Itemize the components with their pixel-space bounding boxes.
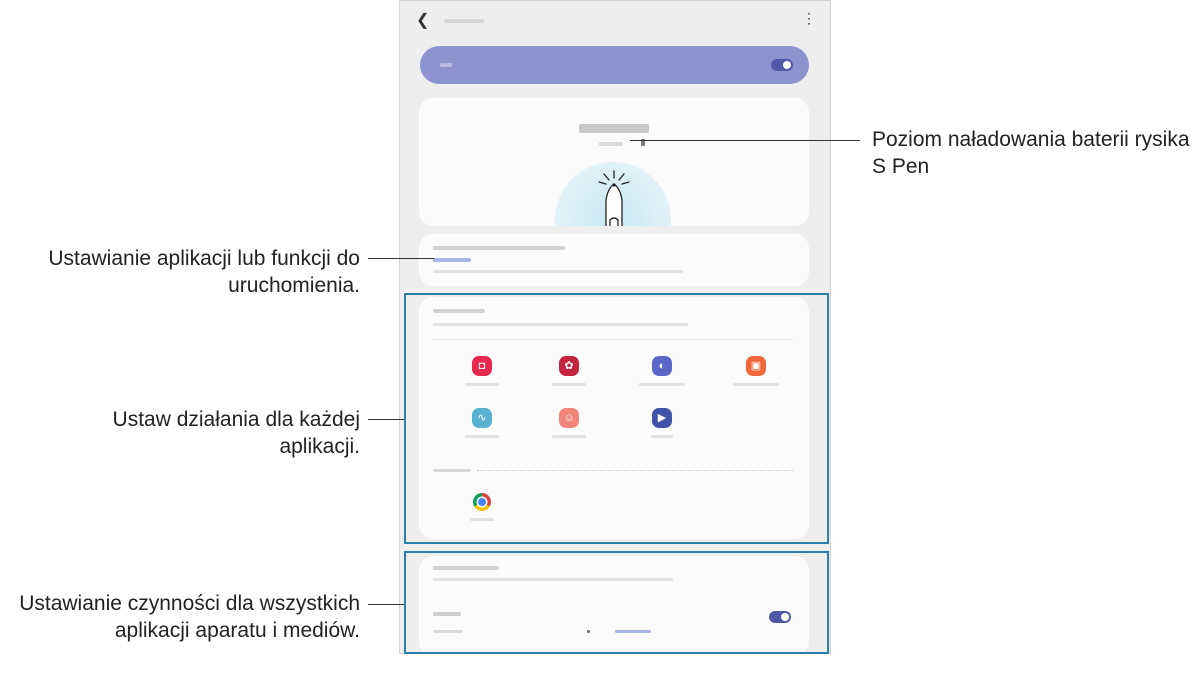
shortcut-description [433, 270, 683, 273]
battery-leader-line [630, 140, 860, 141]
master-switch-label [440, 63, 452, 67]
spen-icon [598, 170, 630, 226]
general-actions-callout: Ustawianie czynności dla wszystkich apli… [19, 592, 360, 642]
shortcut-value [433, 258, 471, 262]
general-actions-leader-line [368, 604, 404, 605]
master-toggle[interactable] [771, 59, 793, 71]
battery-callout: Poziom naładowania baterii rysika S Pen [872, 128, 1190, 178]
app-actions-callout: Ustaw działania dla każdej aplikacji. [112, 408, 360, 458]
air-actions-master-switch[interactable] [420, 46, 809, 84]
general-actions-highlight [404, 551, 829, 654]
connection-status [579, 124, 649, 133]
app-bar-title [444, 19, 484, 23]
back-icon[interactable]: ❮ [416, 10, 429, 30]
more-options-icon[interactable]: ⋮ [802, 10, 816, 27]
anywhere-actions-card[interactable] [419, 234, 809, 286]
battery-card [419, 98, 809, 226]
app-actions-highlight [404, 293, 829, 544]
shortcut-callout: Ustawianie aplikacji lub funkcji do uruc… [48, 247, 360, 297]
battery-level-text [599, 142, 623, 146]
app-bar: ❮ ⋮ [400, 1, 830, 43]
shortcut-leader-line [368, 258, 434, 259]
app-actions-leader-line [368, 419, 404, 420]
shortcut-title [433, 246, 565, 250]
